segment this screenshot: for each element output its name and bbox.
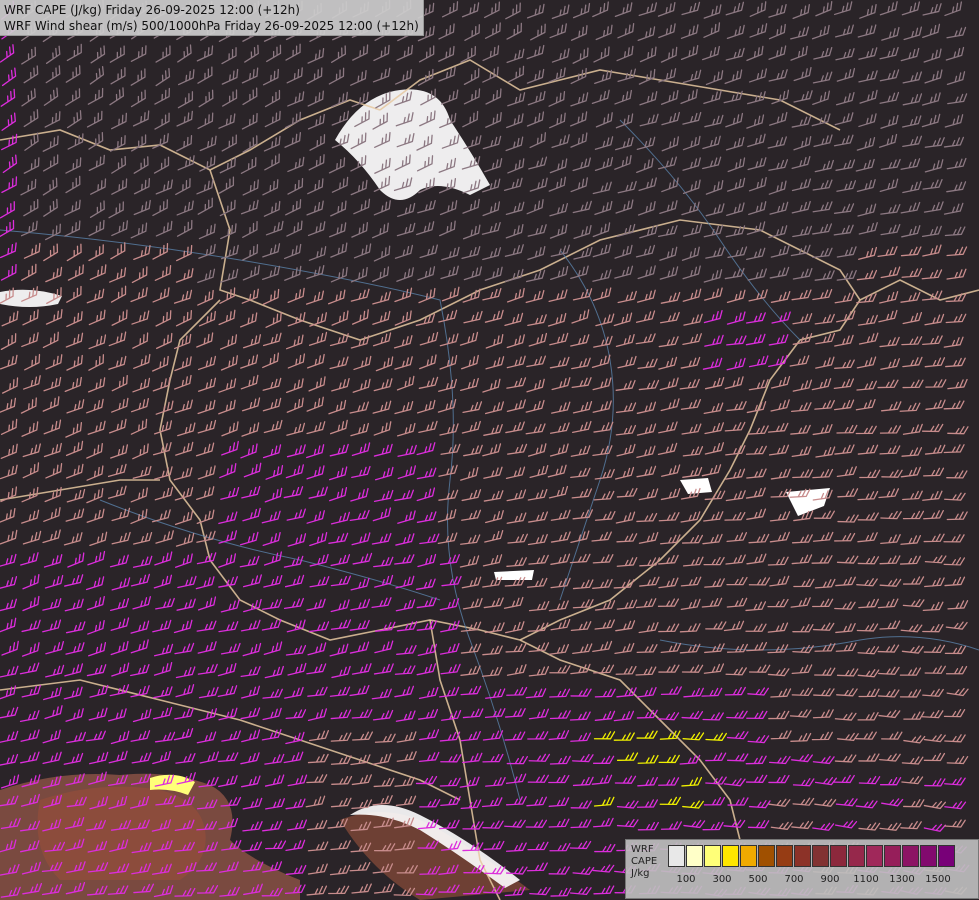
- wind-shear-title: WRF Wind shear (m/s) 500/1000hPa Friday …: [4, 19, 419, 33]
- legend-swatch: [722, 845, 739, 867]
- legend-tick: 1100: [853, 874, 879, 885]
- legend-swatch: [884, 845, 901, 867]
- map-title-box: WRF CAPE (J/kg) Friday 26-09-2025 12:00 …: [0, 0, 424, 36]
- legend-tick: 1300: [889, 874, 915, 885]
- legend-swatch: [740, 845, 757, 867]
- legend-swatch: [668, 845, 685, 867]
- legend-tick: 300: [712, 874, 732, 885]
- cape-title: WRF CAPE (J/kg) Friday 26-09-2025 12:00 …: [4, 3, 300, 17]
- legend-swatch: [758, 845, 775, 867]
- legend-tick: 1500: [925, 874, 951, 885]
- legend-swatch: [776, 845, 793, 867]
- legend-swatch: [812, 845, 829, 867]
- legend-tick: 900: [820, 874, 840, 885]
- legend-field-label: CAPE: [631, 856, 658, 867]
- legend-swatch: [704, 845, 721, 867]
- legend-color-scale: [668, 845, 956, 867]
- legend-labels: WRF CAPE J/kg: [631, 844, 657, 880]
- legend-swatch: [686, 845, 703, 867]
- legend-tick: 500: [748, 874, 768, 885]
- legend-swatch: [938, 845, 955, 867]
- legend-swatch: [848, 845, 865, 867]
- weather-map: [0, 0, 979, 900]
- legend-swatch: [794, 845, 811, 867]
- cape-legend: WRF CAPE J/kg 100 300 500 700 900 1100 1300 150…: [625, 839, 979, 899]
- legend-swatch: [830, 845, 847, 867]
- legend-swatch: [920, 845, 937, 867]
- legend-unit-label: J/kg: [631, 868, 650, 879]
- legend-model-label: WRF: [631, 844, 654, 855]
- legend-swatch: [866, 845, 883, 867]
- legend-tick: 100: [676, 874, 696, 885]
- legend-swatch: [902, 845, 919, 867]
- legend-tick-labels: 100 300 500 700 900 1100 1300 1500: [668, 874, 976, 890]
- legend-tick: 700: [784, 874, 804, 885]
